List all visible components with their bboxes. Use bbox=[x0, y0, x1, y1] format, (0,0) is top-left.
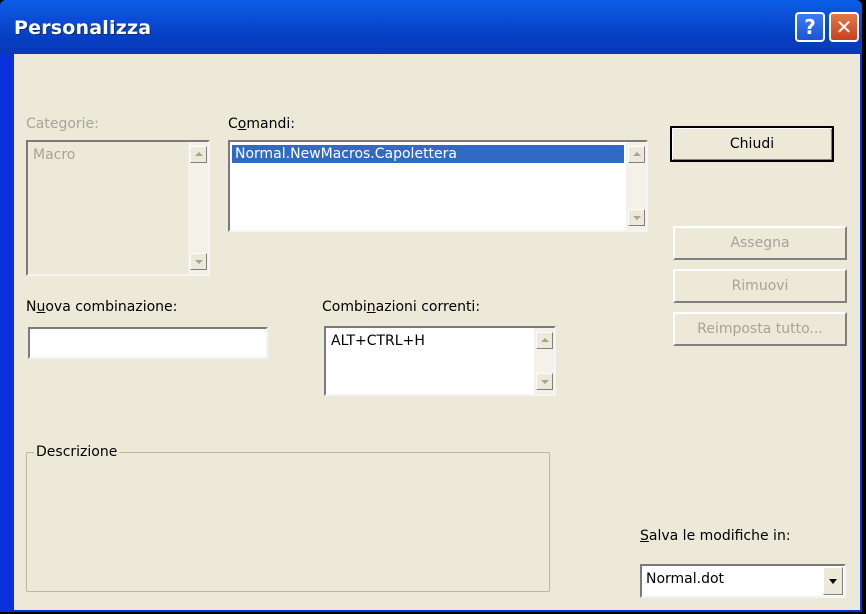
help-icon: ? bbox=[804, 15, 816, 39]
chevron-down-icon bbox=[829, 579, 837, 584]
scroll-down-button[interactable] bbox=[190, 253, 207, 270]
dialog-title: Personalizza bbox=[14, 17, 152, 39]
customize-dialog: Personalizza ? ✕ Categorie: Macro Comand… bbox=[0, 0, 862, 612]
scrollbar[interactable] bbox=[626, 142, 646, 230]
dialog-body: Categorie: Macro Comandi: Normal.NewMacr… bbox=[14, 54, 860, 610]
list-item[interactable]: Normal.NewMacros.Capolettera bbox=[232, 145, 624, 163]
save-in-label: Salva le modifiche in: bbox=[640, 528, 791, 544]
down-arrow-icon bbox=[633, 216, 641, 220]
up-arrow-icon bbox=[195, 152, 203, 156]
save-in-value: Normal.dot bbox=[646, 571, 725, 587]
scroll-up-button[interactable] bbox=[536, 332, 553, 349]
up-arrow-icon bbox=[541, 338, 549, 342]
scroll-up-button[interactable] bbox=[628, 146, 645, 163]
close-icon: ✕ bbox=[835, 15, 853, 39]
title-bar[interactable]: Personalizza ? ✕ bbox=[0, 0, 862, 54]
dropdown-button[interactable] bbox=[823, 567, 843, 595]
new-shortcut-input[interactable] bbox=[28, 327, 268, 359]
scrollbar[interactable] bbox=[188, 142, 208, 274]
commands-listbox[interactable]: Normal.NewMacros.Capolettera bbox=[228, 140, 648, 232]
remove-button[interactable]: Rimuovi bbox=[673, 269, 847, 303]
list-item[interactable]: ALT+CTRL+H bbox=[328, 332, 532, 350]
description-label: Descrizione bbox=[34, 444, 120, 460]
scrollbar[interactable] bbox=[534, 328, 554, 394]
close-window-button[interactable]: ✕ bbox=[829, 12, 859, 42]
down-arrow-icon bbox=[541, 380, 549, 384]
assign-button[interactable]: Assegna bbox=[673, 226, 847, 260]
scroll-down-button[interactable] bbox=[536, 373, 553, 390]
commands-label: Comandi: bbox=[228, 116, 295, 132]
reset-all-button[interactable]: Reimposta tutto... bbox=[673, 312, 847, 346]
current-shortcuts-label: Combinazioni correnti: bbox=[322, 299, 481, 315]
new-shortcut-label: Nuova combinazione: bbox=[26, 299, 178, 315]
categories-listbox[interactable]: Macro bbox=[26, 140, 210, 276]
current-shortcuts-listbox[interactable]: ALT+CTRL+H bbox=[324, 326, 556, 396]
scroll-up-button[interactable] bbox=[190, 146, 207, 163]
close-button[interactable]: Chiudi bbox=[670, 126, 834, 162]
down-arrow-icon bbox=[195, 260, 203, 264]
categories-label: Categorie: bbox=[26, 116, 99, 132]
up-arrow-icon bbox=[633, 152, 641, 156]
scroll-down-button[interactable] bbox=[628, 209, 645, 226]
description-group bbox=[26, 452, 550, 592]
help-button[interactable]: ? bbox=[795, 12, 825, 42]
list-item[interactable]: Macro bbox=[30, 146, 186, 164]
save-in-select[interactable]: Normal.dot bbox=[640, 564, 846, 598]
